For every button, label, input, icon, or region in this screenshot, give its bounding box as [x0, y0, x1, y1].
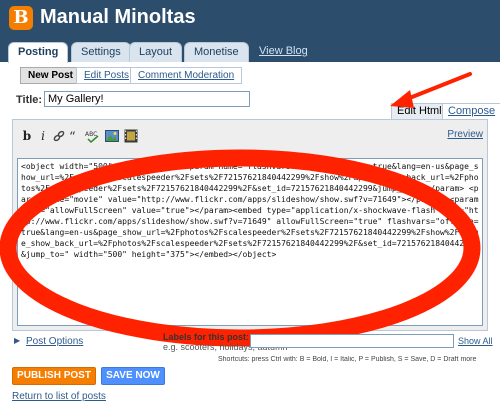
tab-layout[interactable]: Layout [129, 42, 183, 62]
post-editor: b i “ ABC Preview <object width="500" he… [12, 119, 488, 331]
tab-monetise[interactable]: Monetise [184, 42, 249, 62]
labels-title: Labels for this post: [163, 332, 250, 342]
subtab-edit-posts[interactable]: Edit Posts [76, 67, 138, 84]
expand-arrow-icon[interactable]: ▶ [14, 336, 20, 345]
post-options-link[interactable]: Post Options [26, 336, 83, 347]
svg-text:ABC: ABC [85, 131, 97, 138]
title-label: Title: [16, 94, 43, 106]
link-icon[interactable] [53, 129, 65, 143]
labels-input[interactable] [250, 334, 454, 348]
preview-link[interactable]: Preview [447, 129, 483, 140]
publish-post-button[interactable]: PUBLISH POST [12, 367, 96, 385]
spellcheck-icon[interactable]: ABC [85, 129, 101, 144]
video-icon[interactable] [124, 129, 138, 143]
subtab-new-post[interactable]: New Post [20, 67, 82, 84]
svg-text:“: “ [69, 130, 76, 143]
tab-posting[interactable]: Posting [8, 42, 69, 63]
show-all-link[interactable]: Show All [458, 336, 493, 346]
bold-button[interactable]: b [21, 129, 33, 143]
blog-title: Manual Minoltas [40, 6, 196, 28]
keyboard-shortcuts-text: Shortcuts: press Ctrl with: B = Bold, I … [218, 356, 477, 363]
save-now-button[interactable]: SAVE NOW [101, 367, 165, 385]
return-to-posts-link[interactable]: Return to list of posts [12, 391, 106, 402]
blogger-logo-icon[interactable]: B [9, 6, 33, 30]
tab-compose[interactable]: Compose [442, 103, 500, 120]
tab-edit-html[interactable]: Edit Html [391, 103, 448, 120]
html-textarea[interactable]: <object width="500" height="375"> <param… [17, 158, 483, 326]
blockquote-icon[interactable]: “ [69, 129, 81, 145]
subtab-comment-moderation[interactable]: Comment Moderation [130, 67, 243, 84]
image-icon[interactable] [105, 129, 119, 143]
posting-subnav: New Post Edit Posts Comment Moderation [12, 67, 488, 85]
view-blog-link[interactable]: View Blog [259, 45, 308, 57]
editor-toolbar: b i “ ABC Preview [13, 120, 487, 156]
tab-settings[interactable]: Settings [71, 42, 131, 62]
post-title-input[interactable]: My Gallery! [44, 91, 250, 107]
italic-button[interactable]: i [37, 129, 49, 143]
